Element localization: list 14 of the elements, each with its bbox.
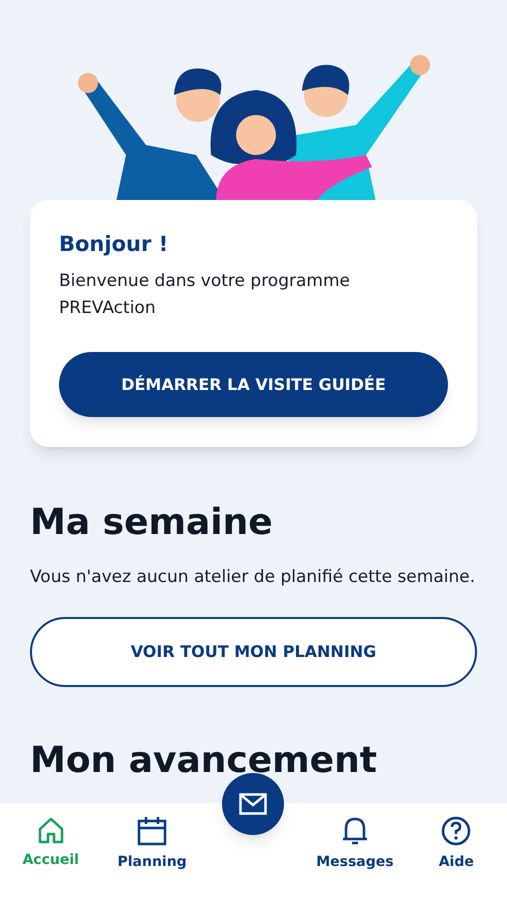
planning-button[interactable]: VOIR TOUT MON PLANNING: [30, 617, 477, 687]
home-icon: [36, 816, 65, 844]
nav-tab[interactable]: Planning: [117, 816, 187, 873]
guided-tour-button[interactable]: DÉMARRER LA VISITE GUIDÉE: [59, 352, 448, 417]
card-title: Bonjour !: [59, 231, 170, 258]
mail-icon: [239, 793, 268, 815]
calendar-icon: [137, 816, 168, 846]
help-icon: [441, 816, 472, 846]
section-heading: Ma semaine: [30, 501, 274, 545]
nav-tab[interactable]: Messages: [316, 816, 394, 873]
week-message: Vous n'avez aucun atelier de planifié cette semaine.: [30, 566, 476, 589]
section-heading: Mon avancement: [30, 739, 378, 783]
nav-tab[interactable]: Aide: [438, 816, 474, 873]
welcome-message: Bienvenue dans votre programme PREVAction: [59, 270, 351, 320]
